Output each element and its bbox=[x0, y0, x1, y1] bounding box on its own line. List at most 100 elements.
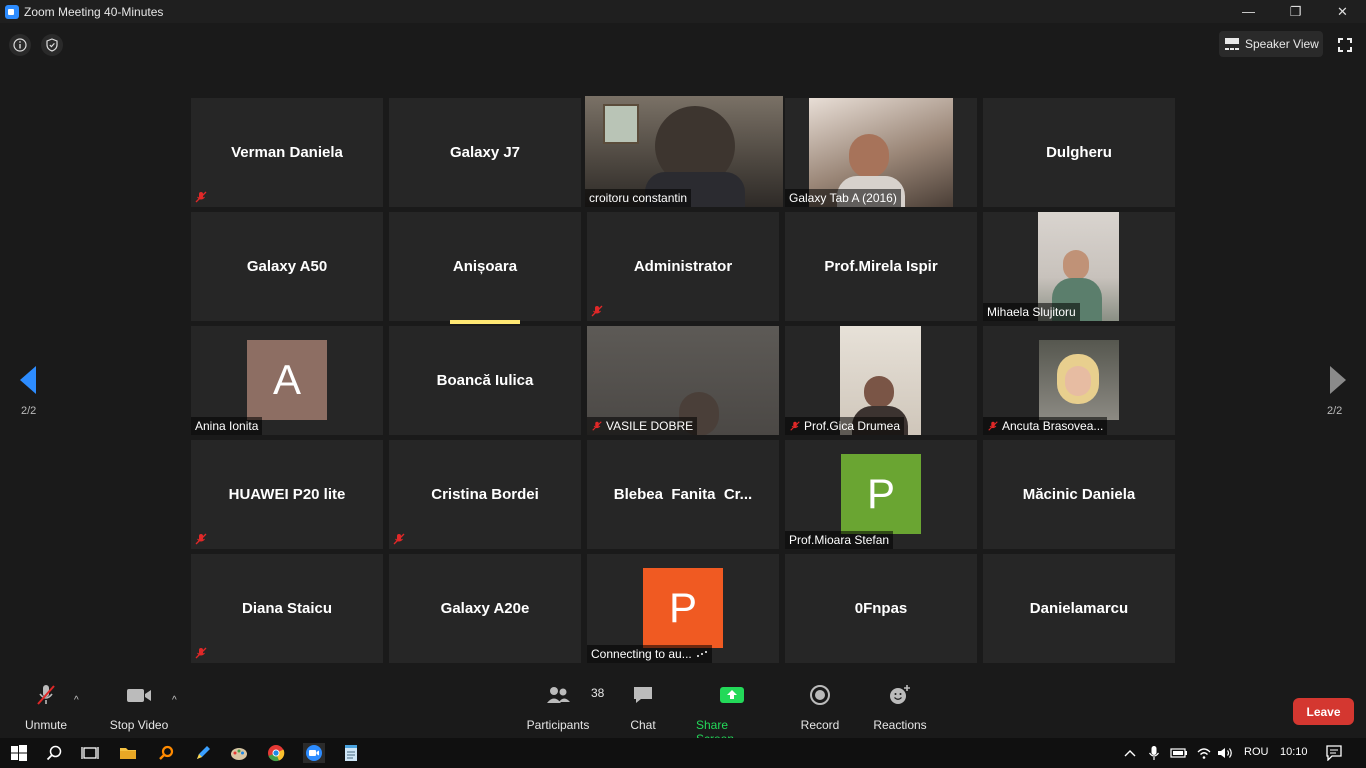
muted-mic-icon bbox=[592, 421, 602, 431]
muted-mic-icon bbox=[393, 533, 405, 545]
participant-name-tag: Prof.Mioara Stefan bbox=[785, 531, 894, 549]
participant-tile-boanca[interactable]: Boancă Iulica bbox=[389, 326, 581, 435]
share-screen-button[interactable]: Share Screen bbox=[696, 680, 768, 746]
participant-tile-vasile[interactable]: VASILE DOBRE bbox=[587, 326, 779, 435]
participant-tile-cristina[interactable]: Cristina Bordei bbox=[389, 440, 581, 549]
participant-name: Diana Staicu bbox=[241, 600, 333, 617]
stop-video-button[interactable]: Stop Video bbox=[107, 680, 171, 732]
previous-page-icon[interactable] bbox=[19, 365, 37, 395]
participants-label: Participants bbox=[526, 718, 590, 732]
participant-name: Măcinic Daniela bbox=[1022, 486, 1136, 503]
audio-options-chevron-icon[interactable]: ^ bbox=[74, 695, 79, 706]
search-app-icon[interactable] bbox=[156, 743, 176, 763]
participant-tile-anisoara[interactable]: Anișoara bbox=[389, 212, 581, 321]
reactions-button[interactable]: Reactions bbox=[872, 680, 928, 732]
maximize-button[interactable]: ❐ bbox=[1272, 0, 1319, 23]
participant-tile-administrator[interactable]: Administrator bbox=[587, 212, 779, 321]
participant-tile-ancuta[interactable]: Ancuta Brasovea... bbox=[983, 326, 1175, 435]
participant-tile-macinic[interactable]: Măcinic Daniela bbox=[983, 440, 1175, 549]
participant-name: Verman Daniela bbox=[231, 144, 343, 161]
next-page-icon[interactable] bbox=[1329, 365, 1347, 395]
page-indicator-left: 2/2 bbox=[21, 405, 37, 417]
participants-button[interactable]: 38 Participants bbox=[526, 680, 605, 732]
connecting-audio-icon bbox=[696, 651, 707, 657]
share-screen-icon bbox=[720, 687, 744, 703]
zoom-taskbar-icon[interactable] bbox=[303, 743, 325, 763]
record-button[interactable]: Record bbox=[800, 680, 840, 732]
participant-tile-0fnpas[interactable]: 0Fnpas bbox=[785, 554, 977, 663]
notepad-icon[interactable] bbox=[341, 743, 361, 763]
chat-label: Chat bbox=[630, 718, 656, 732]
input-language[interactable]: ROU bbox=[1244, 746, 1268, 758]
file-explorer-icon[interactable] bbox=[118, 743, 138, 763]
zoom-app-icon bbox=[5, 4, 19, 19]
muted-mic-icon bbox=[195, 191, 207, 203]
participant-name: HUAWEI P20 lite bbox=[228, 486, 346, 503]
participant-tile-verman[interactable]: Verman Daniela bbox=[191, 98, 383, 207]
participant-name: Prof.Gica Drumea bbox=[804, 419, 901, 433]
reactions-smiley-icon bbox=[890, 685, 910, 704]
participant-tile-gica[interactable]: Prof.Gica Drumea bbox=[785, 326, 977, 435]
participant-tile-mirela[interactable]: Prof.Mirela Ispir bbox=[785, 212, 977, 321]
muted-mic-icon bbox=[591, 305, 603, 317]
speaker-volume-icon[interactable] bbox=[1216, 743, 1236, 763]
meeting-topbar: Speaker View bbox=[0, 23, 1366, 65]
participant-tile-galaxy-tab[interactable]: Galaxy Tab A (2016) bbox=[785, 98, 977, 207]
video-camera-icon bbox=[127, 689, 151, 702]
participants-count: 38 bbox=[591, 686, 605, 700]
page-indicator-right: 2/2 bbox=[1327, 405, 1343, 417]
video-options-chevron-icon[interactable]: ^ bbox=[172, 695, 177, 706]
shield-check-icon bbox=[46, 38, 58, 52]
participant-tile-galaxy-a20e[interactable]: Galaxy A20e bbox=[389, 554, 581, 663]
wifi-icon[interactable] bbox=[1194, 743, 1214, 763]
speaker-view-button[interactable]: Speaker View bbox=[1219, 31, 1323, 57]
pen-tool-icon[interactable] bbox=[193, 743, 213, 763]
minimize-button[interactable]: — bbox=[1225, 0, 1272, 23]
unmute-button[interactable]: Unmute bbox=[22, 680, 70, 732]
paint-app-icon[interactable] bbox=[229, 743, 249, 763]
participant-name: Boancă Iulica bbox=[436, 372, 534, 389]
participant-name: Prof.Mirela Ispir bbox=[824, 258, 938, 275]
fullscreen-icon[interactable] bbox=[1334, 34, 1356, 56]
participant-tile-danielamarcu[interactable]: Danielamarcu bbox=[983, 554, 1175, 663]
participants-icon bbox=[547, 687, 570, 703]
chat-bubble-icon bbox=[634, 687, 652, 703]
chat-button[interactable]: Chat bbox=[626, 680, 660, 732]
meeting-toolbar: Unmute ^ Stop Video ^ 38 Participants Ch… bbox=[0, 680, 1366, 746]
windows-start-icon[interactable] bbox=[9, 743, 29, 763]
search-icon[interactable] bbox=[44, 743, 64, 763]
muted-microphone-icon bbox=[37, 685, 55, 705]
close-window-button[interactable]: ✕ bbox=[1319, 0, 1366, 23]
participant-tile-anina[interactable]: A Anina Ionita bbox=[191, 326, 383, 435]
participant-name: Galaxy A50 bbox=[246, 258, 328, 275]
participant-name: Blebea Fanita Cr... bbox=[613, 486, 753, 503]
notification-center-icon[interactable] bbox=[1324, 743, 1344, 763]
participant-tile-mioara[interactable]: P Prof.Mioara Stefan bbox=[785, 440, 977, 549]
participant-tile-connecting[interactable]: P Connecting to au... bbox=[587, 554, 779, 663]
participant-name-tag: Prof.Gica Drumea bbox=[785, 417, 905, 435]
reactions-label: Reactions bbox=[873, 718, 927, 732]
participant-tile-dulgheru[interactable]: Dulgheru bbox=[983, 98, 1175, 207]
security-button[interactable] bbox=[41, 34, 63, 56]
participant-tile-galaxy-a50[interactable]: Galaxy A50 bbox=[191, 212, 383, 321]
task-view-icon[interactable] bbox=[80, 743, 100, 763]
participant-name-tag: Ancuta Brasovea... bbox=[983, 417, 1108, 435]
participant-tile-huawei[interactable]: HUAWEI P20 lite bbox=[191, 440, 383, 549]
leave-meeting-button[interactable]: Leave bbox=[1293, 698, 1354, 725]
speaker-view-label: Speaker View bbox=[1245, 37, 1319, 51]
participant-tile-croitoru[interactable]: croitoru constantin bbox=[585, 96, 783, 207]
tray-expand-chevron-icon[interactable] bbox=[1120, 743, 1140, 763]
participant-tile-diana[interactable]: Diana Staicu bbox=[191, 554, 383, 663]
participant-name: Galaxy J7 bbox=[449, 144, 521, 161]
speaker-view-icon bbox=[1225, 38, 1239, 50]
participant-tile-mihaela[interactable]: Mihaela Slujitoru bbox=[983, 212, 1175, 321]
participant-name: Connecting to au... bbox=[591, 647, 692, 661]
participant-name: Prof.Mioara Stefan bbox=[789, 533, 890, 547]
clock-time[interactable]: 10:10 bbox=[1280, 746, 1308, 758]
participant-tile-galaxy-j7[interactable]: Galaxy J7 bbox=[389, 98, 581, 207]
chrome-browser-icon[interactable] bbox=[266, 743, 286, 763]
microphone-tray-icon[interactable] bbox=[1144, 743, 1164, 763]
meeting-info-button[interactable] bbox=[9, 34, 31, 56]
participant-tile-blebea[interactable]: Blebea Fanita Cr... bbox=[587, 440, 779, 549]
battery-icon[interactable] bbox=[1169, 743, 1189, 763]
